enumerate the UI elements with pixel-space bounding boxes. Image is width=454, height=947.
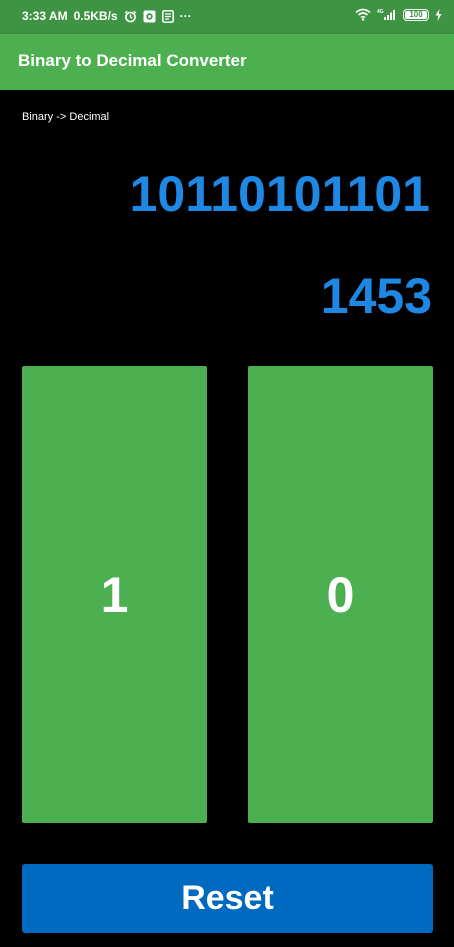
status-right: 4G 100	[355, 8, 442, 21]
zero-button[interactable]: 0	[248, 366, 433, 823]
more-notifications-icon: ···	[179, 9, 192, 23]
status-left: 3:33 AM 0.5KB/s ···	[22, 9, 192, 23]
battery-icon: 100	[403, 8, 429, 21]
status-bar: 3:33 AM 0.5KB/s ··· 4G 100	[0, 0, 454, 34]
status-time: 3:33 AM	[22, 9, 68, 23]
status-net-speed: 0.5KB/s	[73, 9, 118, 23]
charging-icon	[435, 8, 442, 21]
app-title: Binary to Decimal Converter	[18, 51, 247, 70]
battery-percent: 100	[409, 10, 423, 19]
wifi-icon	[355, 8, 371, 21]
app-bar: Binary to Decimal Converter	[0, 34, 454, 90]
one-button[interactable]: 1	[22, 366, 207, 823]
mode-label: Binary -> Decimal	[22, 111, 110, 123]
signal-icon: 4G	[377, 8, 397, 21]
decimal-value: 1453	[320, 268, 432, 324]
app-screen: 3:33 AM 0.5KB/s ··· 4G 100 Binary to Dec…	[0, 0, 454, 947]
binary-value: 10110101101	[129, 166, 430, 222]
reset-button[interactable]: Reset	[22, 864, 433, 933]
alarm-icon	[124, 10, 137, 23]
notes-icon	[161, 9, 174, 23]
network-type: 4G	[377, 9, 384, 15]
app-icon	[143, 10, 156, 23]
